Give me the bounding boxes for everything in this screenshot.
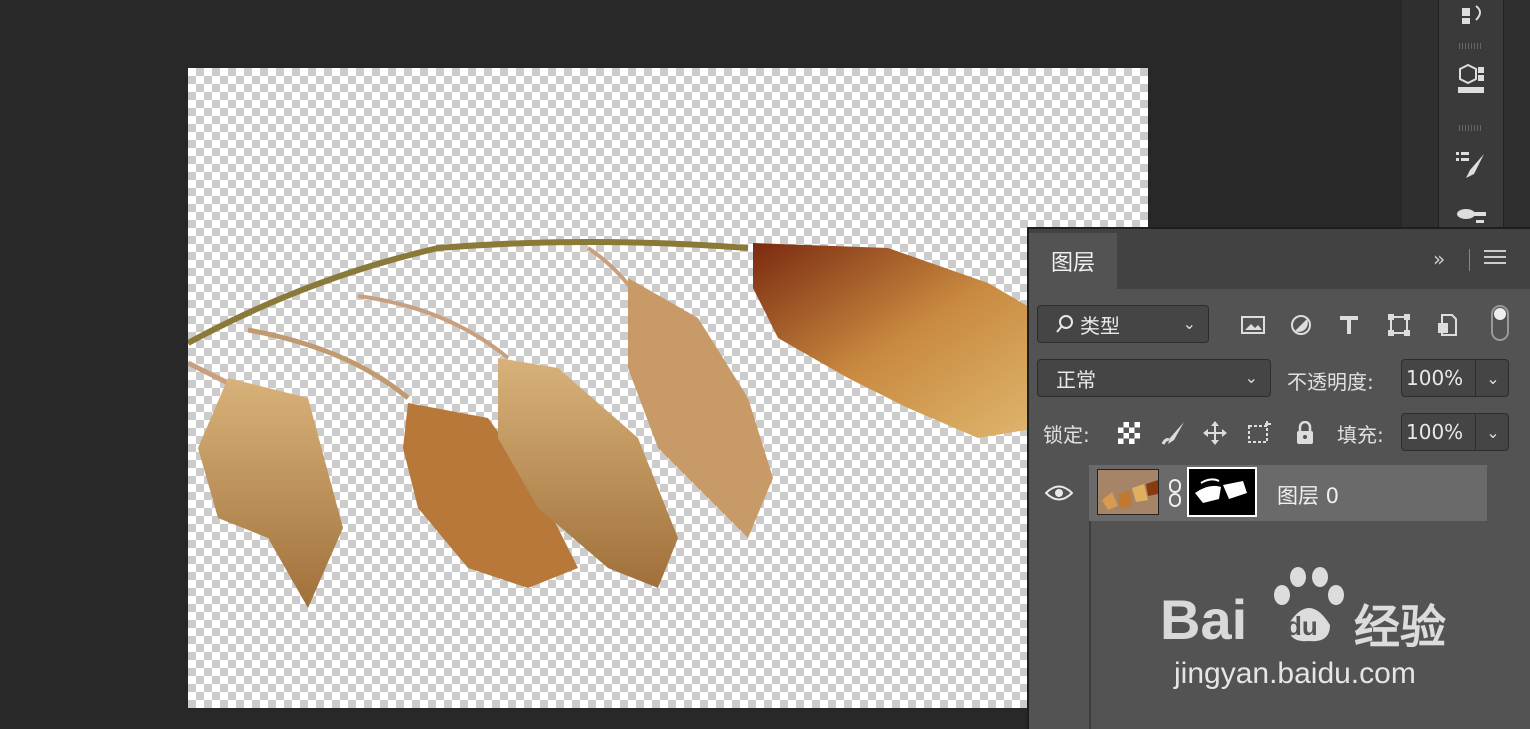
tabbar-divider: [1469, 249, 1470, 271]
layers-panel: 图层 » 类型 ⌄ 正常 ⌄ 不透明度: 100% ⌄ 锁定: 填充: 100%…: [1027, 227, 1530, 729]
panel-tab-bar: 图层 »: [1029, 229, 1530, 289]
chevron-down-icon: ⌄: [1244, 368, 1258, 387]
chevron-down-icon: ⌄: [1182, 314, 1196, 333]
panel-icon-column: [1438, 0, 1504, 235]
layer-row[interactable]: 图层 0: [1089, 465, 1487, 521]
filter-shape-layer-icon[interactable]: [1385, 311, 1413, 339]
filter-adjustment-layer-icon[interactable]: [1287, 311, 1315, 339]
eye-icon: [1045, 485, 1073, 501]
lock-position-icon[interactable]: [1201, 419, 1229, 447]
lock-label: 锁定:: [1043, 423, 1090, 447]
tab-layers[interactable]: 图层: [1029, 233, 1117, 289]
watermark-jingyan: 经验: [1354, 600, 1446, 654]
lock-transparent-pixels-icon[interactable]: [1115, 419, 1143, 447]
fill-dropdown-button[interactable]: ⌄: [1475, 414, 1510, 450]
filter-pixel-layer-icon[interactable]: [1239, 311, 1267, 339]
watermark-brand: Bai: [1160, 588, 1248, 651]
3d-icon[interactable]: [1439, 55, 1503, 105]
document-canvas[interactable]: [188, 68, 1148, 708]
collapse-panel-icon[interactable]: »: [1433, 247, 1445, 271]
filter-type-select[interactable]: 类型 ⌄: [1037, 305, 1209, 343]
visibility-toggle[interactable]: [1029, 465, 1089, 521]
fill-label: 填充:: [1337, 423, 1384, 447]
filter-type-label: 类型: [1080, 313, 1120, 338]
search-icon: [1054, 313, 1076, 335]
panel-menu-icon[interactable]: [1484, 247, 1506, 271]
layer-thumbnail[interactable]: [1097, 469, 1159, 515]
fill-value: 100%: [1406, 420, 1464, 444]
panel-grip[interactable]: [1459, 43, 1483, 49]
filter-type-layer-icon[interactable]: [1335, 311, 1363, 339]
panel-grip[interactable]: [1459, 125, 1483, 131]
history-icon[interactable]: [1439, 0, 1503, 38]
filter-toggle-switch[interactable]: [1491, 305, 1509, 341]
opacity-dropdown-button[interactable]: ⌄: [1475, 360, 1510, 396]
lock-all-icon[interactable]: [1291, 419, 1319, 447]
grass-artwork: [188, 239, 1048, 608]
watermark-url: jingyan.baidu.com: [1174, 657, 1416, 690]
layer-name[interactable]: 图层 0: [1277, 480, 1339, 510]
brush-settings-icon[interactable]: [1439, 140, 1503, 190]
filter-smart-object-icon[interactable]: [1433, 311, 1461, 339]
lock-artboard-icon[interactable]: [1245, 419, 1273, 447]
tab-layers-label: 图层: [1050, 251, 1095, 276]
opacity-label: 不透明度:: [1287, 370, 1374, 394]
watermark-du: du: [1286, 611, 1318, 641]
lock-image-pixels-icon[interactable]: [1159, 419, 1187, 447]
blend-mode-value: 正常: [1056, 367, 1096, 392]
opacity-value: 100%: [1406, 366, 1464, 390]
mask-link-icon[interactable]: [1169, 479, 1181, 507]
blend-mode-select[interactable]: 正常 ⌄: [1037, 359, 1271, 397]
layer-mask-thumbnail[interactable]: [1187, 467, 1257, 517]
